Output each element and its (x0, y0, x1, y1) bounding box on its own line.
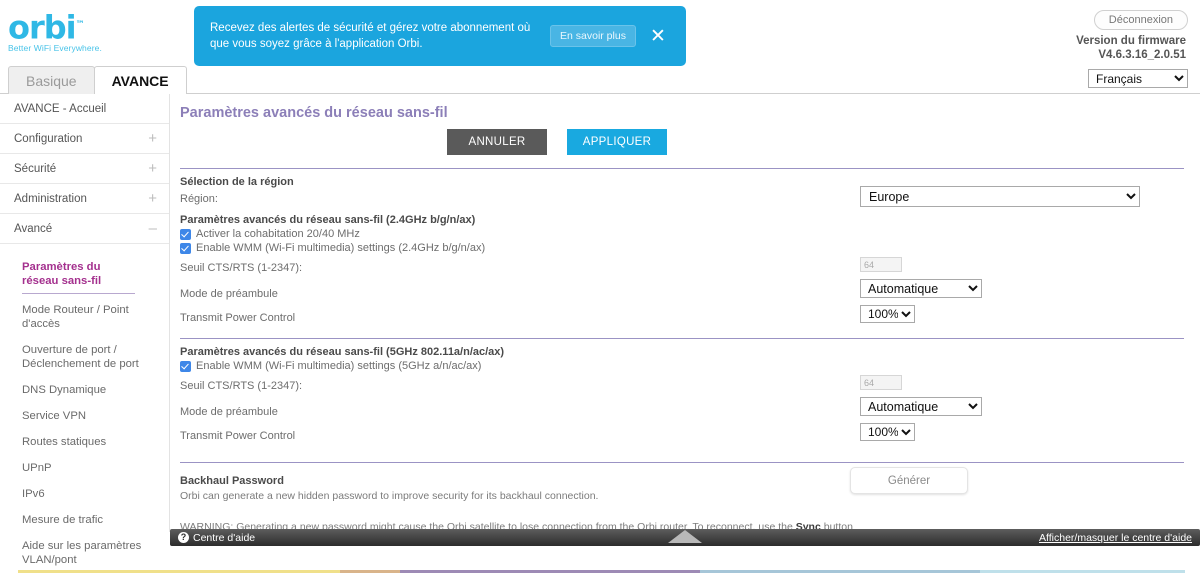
sidebar-item-configuration[interactable]: Configuration + (0, 124, 169, 154)
backhaul-title: Backhaul Password (180, 475, 284, 487)
power5-select[interactable]: 100% (860, 423, 915, 441)
generate-button[interactable]: Générer (850, 467, 968, 494)
divider (180, 462, 1184, 463)
wmm5-label: Enable WMM (Wi-Fi multimedia) settings (… (196, 360, 482, 372)
cancel-button[interactable]: ANNULER (447, 129, 547, 155)
divider (180, 168, 1184, 169)
sidebar-label: Sécurité (14, 162, 57, 175)
preamble5-row: Mode de préambule Automatique (180, 397, 1184, 420)
question-mark-icon: ? (178, 532, 189, 543)
preamble24-label: Mode de préambule (180, 287, 278, 300)
orbi-logo: orbi™ Better WiFi Everywhere. (8, 8, 158, 53)
power5-label: Transmit Power Control (180, 429, 296, 442)
sidebar-item-port-forwarding[interactable]: Ouverture de port / Déclenchement de por… (22, 337, 169, 377)
logout-button[interactable]: Déconnexion (1093, 10, 1188, 30)
help-center-bar: ? Centre d'aide Afficher/masquer le cent… (170, 529, 1200, 546)
sidebar-item-administration[interactable]: Administration + (0, 184, 169, 214)
wmm5-checkbox-row[interactable]: Enable WMM (Wi-Fi multimedia) settings (… (180, 360, 1184, 372)
firmware-info: Version du firmware V4.6.3.16_2.0.51 (1076, 34, 1186, 62)
preamble5-select[interactable]: Automatique (860, 397, 982, 416)
body-area: AVANCE - Accueil Configuration + Sécurit… (0, 94, 1200, 566)
preamble24-select[interactable]: Automatique (860, 279, 982, 298)
preamble24-row: Mode de préambule Automatique (180, 279, 1184, 302)
region-select[interactable]: Europe (860, 186, 1140, 207)
sidebar-item-securite[interactable]: Sécurité + (0, 154, 169, 184)
sidebar-item-wireless-settings[interactable]: Paramètres du réseau sans-fil (22, 254, 135, 294)
power24-label: Transmit Power Control (180, 311, 296, 324)
sidebar-item-vlan-bridge-help[interactable]: Aide sur les paramètres VLAN/pont (22, 533, 169, 573)
toggle-help-center-link[interactable]: Afficher/masquer le centre d'aide (1039, 532, 1192, 544)
backhaul-description: Orbi can generate a new hidden password … (180, 490, 599, 502)
sidebar-item-router-ap-mode[interactable]: Mode Routeur / Point d'accès (22, 297, 169, 337)
cts24-input[interactable] (860, 257, 902, 272)
checkbox-icon[interactable] (180, 228, 191, 240)
plus-icon: + (148, 189, 157, 207)
help-center-left[interactable]: ? Centre d'aide (178, 532, 255, 544)
sidebar-item-ipv6[interactable]: IPv6 (22, 481, 169, 507)
power5-row: Transmit Power Control 100% (180, 423, 1184, 444)
sidebar-label: Configuration (14, 132, 83, 145)
sidebar-subnav: Paramètres du réseau sans-fil Mode Route… (0, 244, 169, 573)
bottom-color-strip (0, 570, 1200, 573)
learn-more-button[interactable]: En savoir plus (550, 25, 636, 47)
backhaul-section: Backhaul Password Orbi can generate a ne… (180, 475, 1184, 535)
region-label: Région: (180, 192, 218, 205)
checkbox-icon[interactable] (180, 360, 191, 372)
firmware-label: Version du firmware (1076, 35, 1186, 47)
tab-avance[interactable]: AVANCE (93, 66, 187, 94)
expand-triangle-icon[interactable] (668, 530, 702, 543)
checkbox-icon[interactable] (180, 242, 191, 254)
band5-section-title: Paramètres avancés du réseau sans-fil (5… (180, 346, 505, 358)
region-row: Région: Europe (180, 186, 1184, 207)
divider (180, 338, 1184, 339)
sidebar-nav: AVANCE - Accueil Configuration + Sécurit… (0, 94, 170, 566)
power24-row: Transmit Power Control 100% (180, 305, 1184, 326)
help-center-label: Centre d'aide (193, 531, 256, 544)
sidebar-label: Administration (14, 192, 87, 205)
main-tabs: Basique AVANCE (0, 62, 1200, 94)
wmm24-label: Enable WMM (Wi-Fi multimedia) settings (… (196, 242, 486, 254)
power24-select[interactable]: 100% (860, 305, 915, 323)
sidebar-item-dynamic-dns[interactable]: DNS Dynamique (22, 377, 169, 403)
firmware-version: V4.6.3.16_2.0.51 (1098, 49, 1186, 61)
logo-name: orbi (8, 8, 77, 47)
promo-banner: Recevez des alertes de sécurité et gérez… (194, 6, 686, 66)
sidebar-label: Avancé (14, 222, 53, 235)
page-header: orbi™ Better WiFi Everywhere. Recevez de… (0, 0, 1200, 88)
apply-button[interactable]: APPLIQUER (567, 129, 667, 155)
banner-text: Recevez des alertes de sécurité et gérez… (210, 22, 531, 50)
logo-wordmark: orbi™ (8, 8, 158, 45)
sidebar-item-traffic-meter[interactable]: Mesure de trafic (22, 507, 169, 533)
sidebar-item-upnp[interactable]: UPnP (22, 455, 169, 481)
page-title: Paramètres avancés du réseau sans-fil (180, 105, 448, 121)
cts24-row: Seuil CTS/RTS (1-2347): (180, 257, 1184, 276)
sidebar-item-static-routes[interactable]: Routes statiques (22, 429, 169, 455)
main-content: Paramètres avancés du réseau sans-fil AN… (170, 94, 1200, 535)
wmm24-checkbox-row[interactable]: Enable WMM (Wi-Fi multimedia) settings (… (180, 242, 1184, 254)
action-buttons: ANNULER APPLIQUER (180, 129, 1184, 155)
close-icon[interactable]: ✕ (650, 27, 670, 46)
orbi-router-admin-page: orbi™ Better WiFi Everywhere. Recevez de… (0, 0, 1200, 577)
plus-icon: + (148, 129, 157, 147)
sidebar-item-avance[interactable]: Avancé – (0, 214, 169, 244)
sidebar-label: AVANCE - Accueil (14, 102, 107, 115)
logo-tagline: Better WiFi Everywhere. (8, 42, 102, 53)
band24-section-title: Paramètres avancés du réseau sans-fil (2… (180, 214, 476, 226)
coexistence-checkbox-row[interactable]: Activer la cohabitation 20/40 MHz (180, 228, 1184, 240)
coexistence-label: Activer la cohabitation 20/40 MHz (196, 228, 360, 240)
tab-basique[interactable]: Basique (8, 66, 95, 94)
sidebar-item-accueil[interactable]: AVANCE - Accueil (0, 94, 169, 124)
logo-tm: ™ (75, 20, 85, 30)
cts5-row: Seuil CTS/RTS (1-2347): (180, 375, 1184, 394)
cts5-input[interactable] (860, 375, 902, 390)
minus-icon: – (148, 219, 157, 237)
cts24-label: Seuil CTS/RTS (1-2347): (180, 261, 303, 274)
sidebar-item-vpn-service[interactable]: Service VPN (22, 403, 169, 429)
cts5-label: Seuil CTS/RTS (1-2347): (180, 379, 303, 392)
plus-icon: + (148, 159, 157, 177)
preamble5-label: Mode de préambule (180, 405, 278, 418)
